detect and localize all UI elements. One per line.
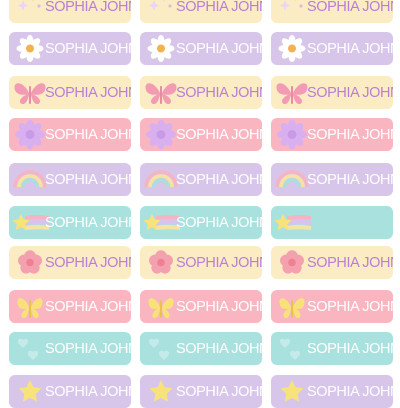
label-name-text: SOPHIA JOHN	[45, 0, 131, 15]
name-label: SOPHIA JOHN	[271, 246, 393, 279]
label-name-text: SOPHIA JOHN	[176, 171, 262, 188]
label-name-text: SOPHIA JOHN	[45, 340, 131, 357]
label-name-text: SOPHIA JOHN	[176, 84, 262, 101]
name-label: SOPHIA JOHN	[271, 118, 393, 151]
label-name-text: SOPHIA JOHN	[307, 40, 393, 57]
name-label	[271, 206, 393, 239]
label-name-text: SOPHIA JOHN	[176, 40, 262, 57]
label-name-text: SOPHIA JOHN	[176, 254, 262, 271]
label-name-text: SOPHIA JOHN	[307, 298, 393, 315]
label-name-text: SOPHIA JOHN	[45, 171, 131, 188]
name-label: SOPHIA JOHN	[271, 163, 393, 196]
label-name-text: SOPHIA JOHN	[45, 298, 131, 315]
label-name-text: SOPHIA JOHN	[176, 298, 262, 315]
label-name-text: SOPHIA JOHN	[45, 383, 131, 400]
name-label: SOPHIA JOHN	[271, 290, 393, 323]
name-label: SOPHIA JOHN	[271, 32, 393, 65]
name-label: SOPHIA JOHN	[140, 332, 262, 365]
label-name-text: SOPHIA JOHN	[307, 383, 393, 400]
name-label: SOPHIA JOHN	[140, 163, 262, 196]
label-name-text: SOPHIA JOHN	[176, 383, 262, 400]
label-name-text: SOPHIA JOHN	[307, 171, 393, 188]
label-name-text: SOPHIA JOHN	[176, 214, 262, 231]
label-name-text: SOPHIA JOHN	[307, 84, 393, 101]
name-label: SOPHIA JOHN	[140, 290, 262, 323]
label-name-text: SOPHIA JOHN	[176, 126, 262, 143]
name-label: SOPHIA JOHN	[140, 246, 262, 279]
label-name-text: SOPHIA JOHN	[307, 126, 393, 143]
name-label: SOPHIA JOHN	[9, 0, 131, 23]
name-label: SOPHIA JOHN	[9, 118, 131, 151]
name-label: SOPHIA JOHN	[271, 76, 393, 109]
name-label: SOPHIA JOHN	[140, 206, 262, 239]
label-name-text: SOPHIA JOHN	[176, 340, 262, 357]
label-name-text: SOPHIA JOHN	[45, 214, 131, 231]
name-label: SOPHIA JOHN	[271, 332, 393, 365]
label-name-text: SOPHIA JOHN	[45, 254, 131, 271]
name-label: SOPHIA JOHN	[9, 332, 131, 365]
name-label: SOPHIA JOHN	[140, 32, 262, 65]
name-label: SOPHIA JOHN	[271, 375, 393, 408]
name-label: SOPHIA JOHN	[140, 118, 262, 151]
label-name-text: SOPHIA JOHN	[45, 40, 131, 57]
label-name-text: SOPHIA JOHN	[307, 0, 393, 15]
label-name-text: SOPHIA JOHN	[307, 254, 393, 271]
name-label: SOPHIA JOHN	[140, 76, 262, 109]
label-name-text: SOPHIA JOHN	[45, 84, 131, 101]
name-label: SOPHIA JOHN	[140, 375, 262, 408]
name-label: SOPHIA JOHN	[9, 163, 131, 196]
name-label: SOPHIA JOHN	[9, 246, 131, 279]
label-name-text: SOPHIA JOHN	[307, 340, 393, 357]
name-label: SOPHIA JOHN	[9, 206, 131, 239]
shooting-star-icon	[274, 214, 311, 231]
name-label: SOPHIA JOHN	[9, 32, 131, 65]
label-name-text: SOPHIA JOHN	[176, 0, 262, 15]
label-name-text: SOPHIA JOHN	[45, 126, 131, 143]
name-label-sheet: SOPHIA JOHN SOPHIA JOHN SOPHIA JOHN SOPHI…	[0, 0, 400, 408]
name-label: SOPHIA JOHN	[9, 375, 131, 408]
name-label: SOPHIA JOHN	[9, 290, 131, 323]
name-label: SOPHIA JOHN	[9, 76, 131, 109]
name-label: SOPHIA JOHN	[271, 0, 393, 23]
name-label: SOPHIA JOHN	[140, 0, 262, 23]
